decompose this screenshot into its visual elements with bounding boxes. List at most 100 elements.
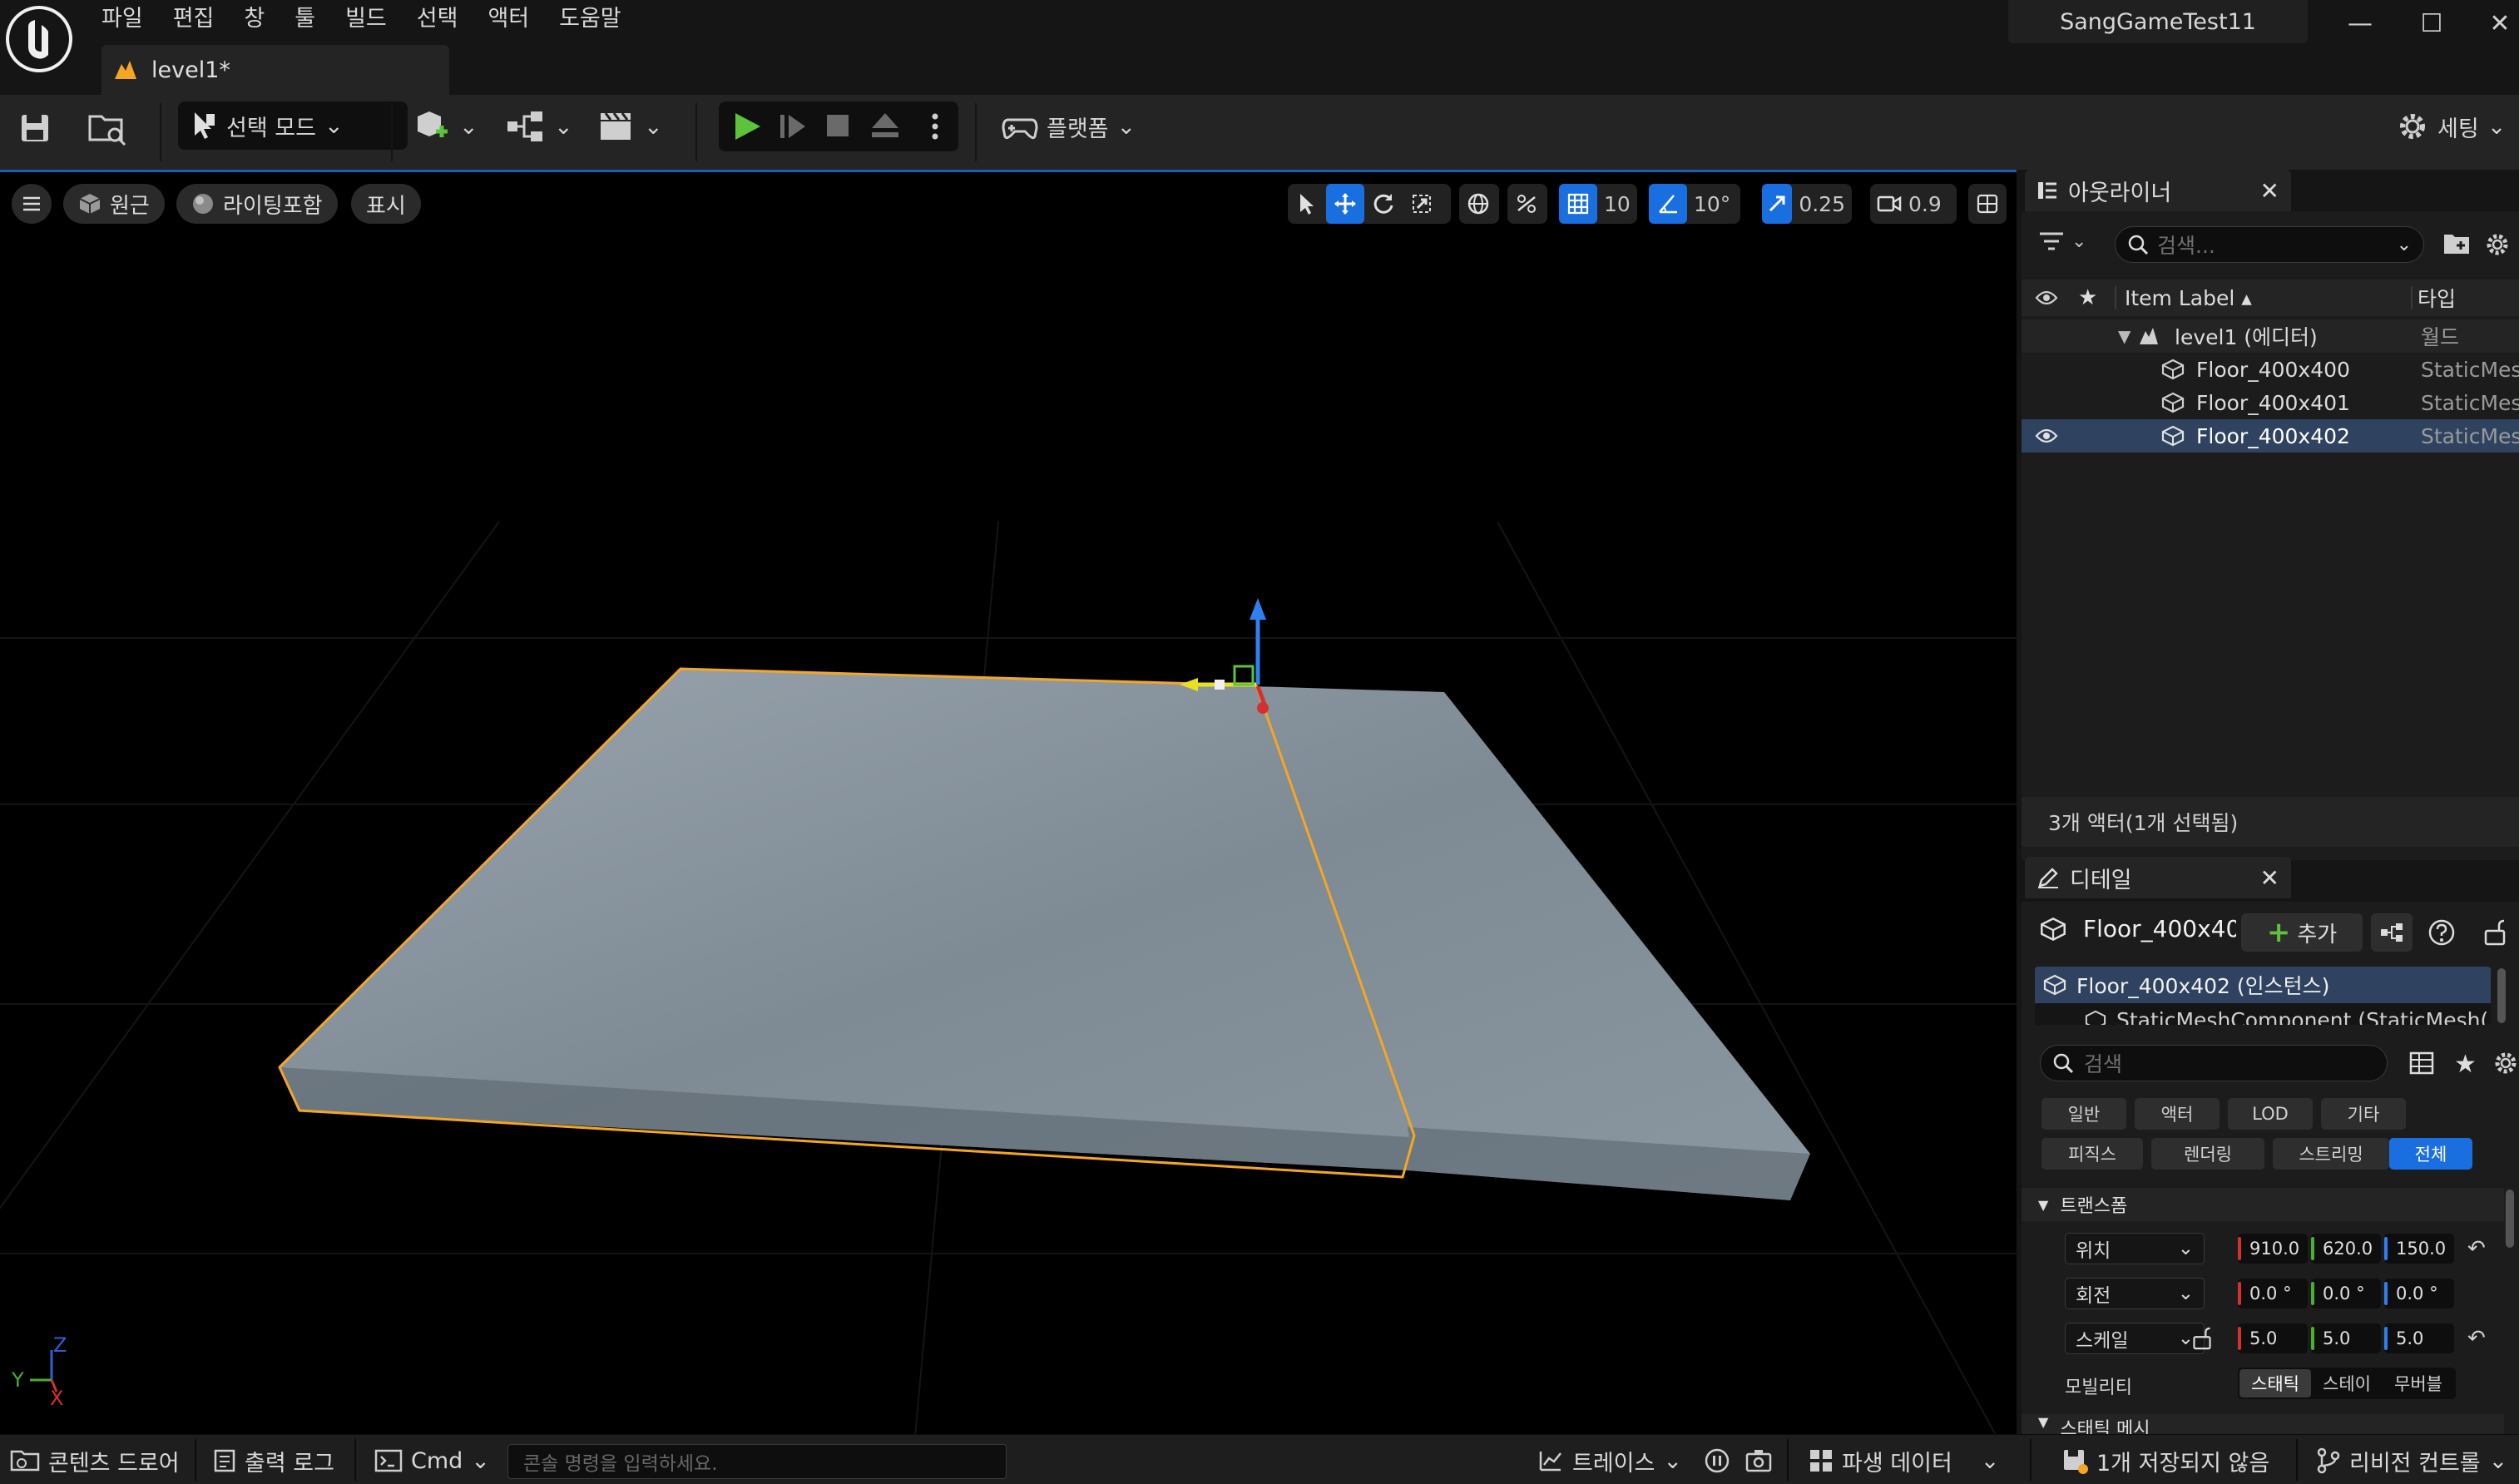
show-button[interactable]: 표시 <box>351 184 421 224</box>
filter-rendering[interactable]: 렌더링 <box>2151 1138 2264 1170</box>
outliner-filter-button[interactable]: ⌄ <box>2038 230 2086 253</box>
outliner-row-floor-402[interactable]: Floor_400x402 StaticMes <box>2022 419 2519 453</box>
add-folder-button[interactable] <box>2442 231 2471 256</box>
expand-arrow-icon[interactable]: ▼ <box>2118 326 2131 346</box>
location-y-field[interactable]: 620.0 <box>2311 1234 2381 1264</box>
tab-outliner[interactable]: 아웃라이너 ✕ <box>2025 170 2291 211</box>
surface-snap-button[interactable] <box>1507 184 1546 224</box>
advance-frame-button[interactable] <box>777 111 807 141</box>
filter-misc[interactable]: 기타 <box>2321 1098 2406 1130</box>
help-button[interactable] <box>2427 918 2456 947</box>
maximize-button[interactable]: ☐ <box>2396 0 2467 47</box>
select-mode-dropdown[interactable]: 선택 모드 ⌄ <box>178 101 408 150</box>
rotation-x-field[interactable]: 0.0 ° <box>2238 1279 2308 1308</box>
revision-control-dropdown[interactable]: 리비전 컨트롤 ⌄ <box>2316 1442 2507 1479</box>
location-mode-dropdown[interactable]: 위치 ⌄ <box>2065 1233 2205 1264</box>
outliner-search-input[interactable]: 검색... ⌄ <box>2115 226 2424 263</box>
rotation-y-field[interactable]: 0.0 ° <box>2311 1279 2381 1308</box>
filter-all[interactable]: 전체 <box>2389 1138 2472 1170</box>
reset-scale-icon[interactable]: ↶ <box>2467 1326 2486 1351</box>
scale-y-field[interactable]: 5.0 <box>2311 1323 2381 1353</box>
blueprint-button[interactable]: ⌄ <box>506 108 573 145</box>
screenshot-button[interactable] <box>1745 1442 1772 1479</box>
mobility-movable-option[interactable]: 무버블 <box>2383 1371 2454 1396</box>
location-z-field[interactable]: 150.0 <box>2384 1234 2454 1264</box>
add-actor-button[interactable]: ⌄ <box>413 108 478 145</box>
menu-help[interactable]: 도움말 <box>559 1 621 37</box>
scale-mode-dropdown[interactable]: 스케일 ⌄ <box>2065 1323 2205 1354</box>
menu-window[interactable]: 창 <box>244 1 265 37</box>
cmd-dropdown[interactable]: Cmd ⌄ <box>374 1442 490 1479</box>
viewport-scene[interactable] <box>0 172 2017 1434</box>
tab-details[interactable]: 디테일 ✕ <box>2025 857 2291 898</box>
browse-content-button[interactable] <box>88 110 128 146</box>
menu-build[interactable]: 빌드 <box>345 1 387 37</box>
scale-snap-toggle[interactable] <box>1762 184 1793 224</box>
scale-z-field[interactable]: 5.0 <box>2384 1323 2454 1353</box>
level-viewport[interactable]: 원근 라이팅포함 표시 10 10° 0.25 0.9 Z Y X <box>0 170 2017 1434</box>
transform-section-header[interactable]: ▼ 트랜스폼 <box>2022 1188 2504 1221</box>
grid-snap-value[interactable]: 10 <box>1597 192 1637 216</box>
console-input[interactable]: 콘솔 명령을 입력하세요. <box>507 1444 1007 1479</box>
play-button[interactable] <box>730 110 764 143</box>
outliner-row-floor-401[interactable]: Floor_400x401 StaticMes <box>2022 386 2519 419</box>
lock-selection-button[interactable] <box>2482 918 2507 947</box>
filter-general[interactable]: 일반 <box>2041 1098 2126 1130</box>
grid-snap-toggle[interactable] <box>1559 184 1597 224</box>
close-details-button[interactable]: ✕ <box>2260 864 2279 892</box>
details-scrollbar[interactable] <box>2506 1190 2514 1248</box>
content-drawer-button[interactable]: 콘텐츠 드로어 <box>10 1442 180 1479</box>
pin-column-icon[interactable]: ★ <box>2078 285 2097 310</box>
component-root[interactable]: Floor_400x402 (인스턴스) <box>2035 967 2491 1003</box>
rotation-z-field[interactable]: 0.0 ° <box>2384 1279 2454 1308</box>
eject-button[interactable] <box>870 111 900 140</box>
property-matrix-button[interactable] <box>2409 1051 2434 1075</box>
perspective-button[interactable]: 원근 <box>63 184 165 224</box>
component-scrollbar[interactable] <box>2497 968 2506 1023</box>
close-outliner-button[interactable]: ✕ <box>2260 177 2279 205</box>
viewport-layout-button[interactable] <box>1968 184 2007 224</box>
add-component-button[interactable]: + 추가 <box>2241 913 2363 952</box>
menu-file[interactable]: 파일 <box>101 1 143 37</box>
camera-speed-button[interactable] <box>1870 184 1908 224</box>
rotation-mode-dropdown[interactable]: 회전 ⌄ <box>2065 1278 2205 1309</box>
trace-dropdown[interactable]: 트레이스 ⌄ <box>1537 1442 1682 1479</box>
menu-edit[interactable]: 편집 <box>173 1 215 37</box>
scale-snap-value[interactable]: 0.25 <box>1792 192 1852 216</box>
filter-physics[interactable]: 피직스 <box>2041 1138 2143 1170</box>
viewport-menu-button[interactable] <box>12 184 52 224</box>
static-mesh-section-header[interactable]: ▼ 스태틱 메시 <box>2022 1414 2504 1434</box>
blueprint-convert-button[interactable] <box>2371 913 2413 952</box>
unsaved-assets-button[interactable]: 1개 저장되지 않음 <box>2061 1442 2269 1479</box>
filter-lod[interactable]: LOD <box>2228 1098 2313 1130</box>
favorites-star-icon[interactable]: ★ <box>2454 1050 2477 1079</box>
minimize-button[interactable]: — <box>2324 0 2396 47</box>
unreal-logo[interactable] <box>3 3 75 75</box>
location-x-field[interactable]: 910.0 <box>2238 1234 2308 1264</box>
details-search-input[interactable]: 검색 <box>2040 1045 2388 1081</box>
eye-icon[interactable] <box>2035 428 2058 444</box>
move-tool-button[interactable] <box>1326 184 1364 224</box>
stop-button[interactable] <box>824 111 852 140</box>
world-space-button[interactable] <box>1459 184 1497 224</box>
reset-location-icon[interactable]: ↶ <box>2467 1236 2486 1261</box>
actor-name-field[interactable]: Floor_400x402 <box>2083 915 2236 942</box>
menu-actor[interactable]: 액터 <box>487 1 529 37</box>
rotate-tool-button[interactable] <box>1364 184 1403 224</box>
scale-lock-button[interactable] <box>2191 1326 2213 1351</box>
outliner-row-floor-400[interactable]: Floor_400x400 StaticMes <box>2022 353 2519 386</box>
view-mode-button[interactable]: 라이팅포함 <box>176 184 338 224</box>
scale-x-field[interactable]: 5.0 <box>2238 1323 2308 1353</box>
type-column-header[interactable]: 타입 <box>2418 283 2456 313</box>
tab-level[interactable]: level1* <box>101 45 449 95</box>
output-log-button[interactable]: 출력 로그 <box>213 1442 334 1479</box>
rotation-snap-toggle[interactable] <box>1649 184 1687 224</box>
outliner-row-world[interactable]: ▼ level1 (에디터) 월드 <box>2022 319 2519 353</box>
select-tool-button[interactable] <box>1288 184 1326 224</box>
mobility-static-option[interactable]: 스태틱 <box>2239 1369 2311 1397</box>
outliner-settings-button[interactable] <box>2484 231 2511 258</box>
scale-tool-button[interactable] <box>1403 184 1441 224</box>
menu-select[interactable]: 선택 <box>417 1 458 37</box>
menu-tools[interactable]: 툴 <box>294 1 315 37</box>
close-window-button[interactable]: ✕ <box>2464 0 2519 47</box>
